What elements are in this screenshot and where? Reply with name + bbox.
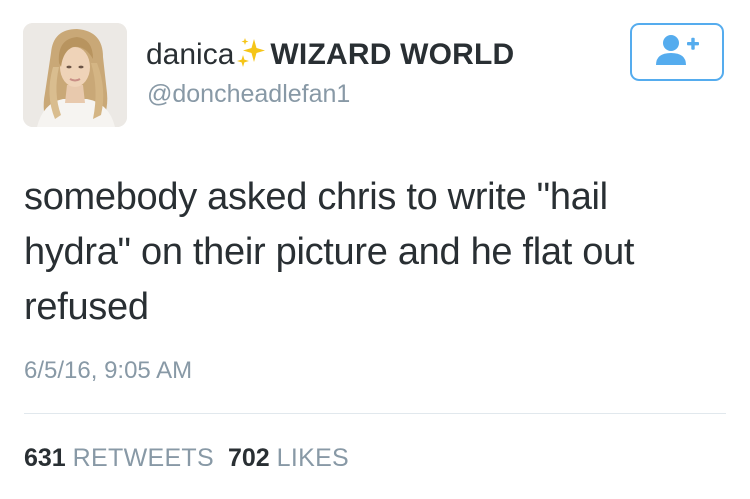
- tweet-text: somebody asked chris to write "hail hydr…: [24, 176, 635, 328]
- likes-count: 702: [227, 444, 270, 472]
- tweet-stats: 631 RETWEETS 702 LIKES: [24, 443, 363, 473]
- user-handle[interactable]: @doncheadlefan1: [147, 78, 350, 110]
- avatar[interactable]: [23, 23, 127, 127]
- retweets-stat[interactable]: 631 RETWEETS: [24, 444, 214, 472]
- sparkles-icon: [234, 36, 268, 80]
- follow-button[interactable]: [630, 23, 724, 81]
- likes-label: LIKES: [276, 444, 350, 472]
- add-user-icon: [652, 33, 702, 72]
- divider: [24, 413, 726, 414]
- tweet-timestamp[interactable]: 6/5/16, 9:05 AM: [24, 356, 192, 386]
- display-name[interactable]: danica WIZARD WORLD: [146, 36, 514, 80]
- retweets-label: RETWEETS: [72, 444, 214, 472]
- display-name-text: danica: [146, 38, 235, 71]
- display-name-suffix: WIZARD WORLD: [270, 38, 515, 71]
- retweets-count: 631: [24, 444, 66, 472]
- profile-photo: [23, 23, 127, 127]
- likes-stat[interactable]: 702 LIKES: [228, 444, 349, 472]
